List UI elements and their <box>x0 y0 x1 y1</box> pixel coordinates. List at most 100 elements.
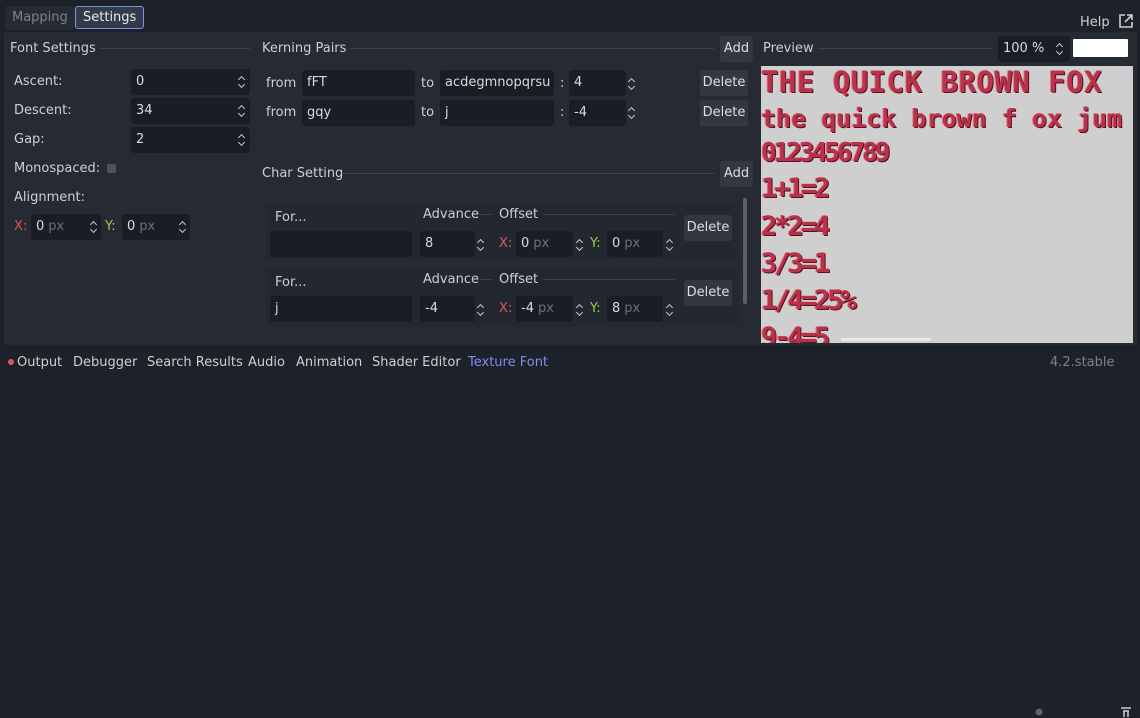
char-offset-y-label: Y: <box>590 236 601 251</box>
kerning-from-input[interactable]: gqy <box>302 100 415 126</box>
preview-background-color[interactable] <box>1073 39 1128 57</box>
char-for-label: For... <box>275 210 307 225</box>
kerning-title: Kerning Pairs <box>262 41 347 56</box>
preview-line: THE QUICK BROWN FOX <box>761 66 1103 99</box>
char-offset-x-input[interactable]: 0 px <box>516 231 573 257</box>
char-advance-input[interactable]: -4 <box>420 296 475 322</box>
external-link-icon <box>1118 14 1133 28</box>
descent-spin[interactable] <box>237 103 247 119</box>
char-offset-label: Offset <box>499 272 539 287</box>
kerning-from-label: from <box>266 76 297 91</box>
align-x-spin[interactable] <box>89 219 99 235</box>
char-offset-y-label: Y: <box>590 301 601 316</box>
char-input[interactable] <box>270 231 412 257</box>
kerning-to-label: to <box>421 76 435 91</box>
divider <box>543 214 675 215</box>
align-y-spin[interactable] <box>178 219 188 235</box>
monospaced-label: Monospaced: <box>14 161 101 176</box>
preview-line: the quick brown f ox jum <box>761 104 1123 133</box>
preview-scrollbar[interactable] <box>841 338 931 341</box>
char-offset-x-input[interactable]: -4 px <box>516 296 573 322</box>
bottom-tab-audio[interactable]: Audio <box>248 355 285 370</box>
kerning-from-input[interactable]: fFT <box>302 70 415 96</box>
descent-label: Descent: <box>14 103 72 118</box>
kerning-value-spin[interactable] <box>627 76 637 92</box>
char-advance-label: Advance <box>423 207 479 222</box>
ascent-spin[interactable] <box>237 74 247 90</box>
font-preview: THE QUICK BROWN FOX the quick brown f ox… <box>761 66 1133 343</box>
update-spinner-icon <box>1035 708 1043 716</box>
tab-settings[interactable]: Settings <box>75 6 145 29</box>
kerning-value-input[interactable]: 4 <box>569 70 626 96</box>
kerning-value-input[interactable]: -4 <box>569 100 626 126</box>
divider <box>818 48 992 49</box>
kerning-from-label: from <box>266 105 297 120</box>
char-advance-spin[interactable] <box>476 237 486 253</box>
font-settings-title: Font Settings <box>10 41 96 56</box>
divider <box>350 48 714 49</box>
char-offset-y-spin[interactable] <box>665 302 675 318</box>
ascent-label: Ascent: <box>14 74 63 89</box>
divider <box>543 279 675 280</box>
char-list-scrollbar[interactable] <box>743 198 747 304</box>
char-offset-y-input[interactable]: 8 px <box>607 296 663 322</box>
bottom-panel-bar: Output Debugger Search Results Audio Ani… <box>0 349 1140 717</box>
version-label: 4.2.stable <box>1050 355 1115 370</box>
align-x-label: X: <box>14 219 28 234</box>
divider <box>100 48 250 49</box>
help-button[interactable]: Help <box>1080 13 1134 30</box>
pin-panel-icon[interactable] <box>1120 706 1132 718</box>
kerning-delete-button[interactable]: Delete <box>700 100 748 126</box>
bottom-tab-output[interactable]: Output <box>8 355 62 370</box>
kerning-to-input[interactable]: j <box>440 100 554 126</box>
char-offset-label: Offset <box>499 207 539 222</box>
gap-input[interactable]: 2 <box>131 127 250 153</box>
char-offset-y-spin[interactable] <box>665 237 675 253</box>
monospaced-checkbox[interactable] <box>107 164 116 173</box>
zoom-spin[interactable] <box>1055 41 1065 57</box>
char-offset-x-spin[interactable] <box>575 237 585 253</box>
kerning-to-input[interactable]: acdegmnopqrsu <box>440 70 554 96</box>
align-y-label: Y: <box>105 219 116 234</box>
tab-mapping[interactable]: Mapping <box>5 6 75 30</box>
preview-line: 1/4=25% <box>761 285 857 316</box>
kerning-to-label: to <box>421 105 435 120</box>
descent-input[interactable]: 34 <box>131 98 250 124</box>
char-add-button[interactable]: Add <box>720 161 753 187</box>
preview-line: 2*2=4 <box>761 211 830 242</box>
char-offset-x-label: X: <box>499 301 513 316</box>
bottom-tab-shader-editor[interactable]: Shader Editor <box>372 355 461 370</box>
bottom-tab-search-results[interactable]: Search Results <box>147 355 243 370</box>
char-advance-input[interactable]: 8 <box>420 231 475 257</box>
error-dot-icon <box>8 358 14 365</box>
gap-label: Gap: <box>14 132 45 147</box>
char-advance-spin[interactable] <box>476 302 486 318</box>
divider <box>343 173 714 174</box>
kerning-add-button[interactable]: Add <box>720 36 753 62</box>
char-offset-x-spin[interactable] <box>575 302 585 318</box>
preview-line: 3/3=1 <box>761 248 830 279</box>
char-offset-y-input[interactable]: 0 px <box>607 231 663 257</box>
char-delete-button[interactable]: Delete <box>684 280 732 306</box>
gap-spin[interactable] <box>237 132 247 148</box>
char-setting-title: Char Setting <box>262 166 344 181</box>
ascent-input[interactable]: 0 <box>131 69 250 95</box>
kerning-value-spin[interactable] <box>627 105 637 121</box>
kerning-colon: : <box>560 76 565 91</box>
divider <box>480 214 492 215</box>
help-label: Help <box>1080 15 1110 30</box>
preview-title: Preview <box>763 41 814 56</box>
preview-line: 0123456789 <box>761 138 891 168</box>
bottom-tab-texture-font[interactable]: Texture Font <box>468 355 548 370</box>
char-offset-x-label: X: <box>499 236 513 251</box>
char-advance-label: Advance <box>423 272 479 287</box>
kerning-delete-button[interactable]: Delete <box>700 70 748 96</box>
bottom-tab-animation[interactable]: Animation <box>296 355 362 370</box>
kerning-colon: : <box>560 105 565 120</box>
bottom-tab-debugger[interactable]: Debugger <box>73 355 137 370</box>
preview-line: 9-4=5 <box>761 322 830 343</box>
char-input[interactable]: j <box>270 296 412 322</box>
char-for-label: For... <box>275 275 307 290</box>
divider <box>480 279 492 280</box>
char-delete-button[interactable]: Delete <box>684 215 732 241</box>
